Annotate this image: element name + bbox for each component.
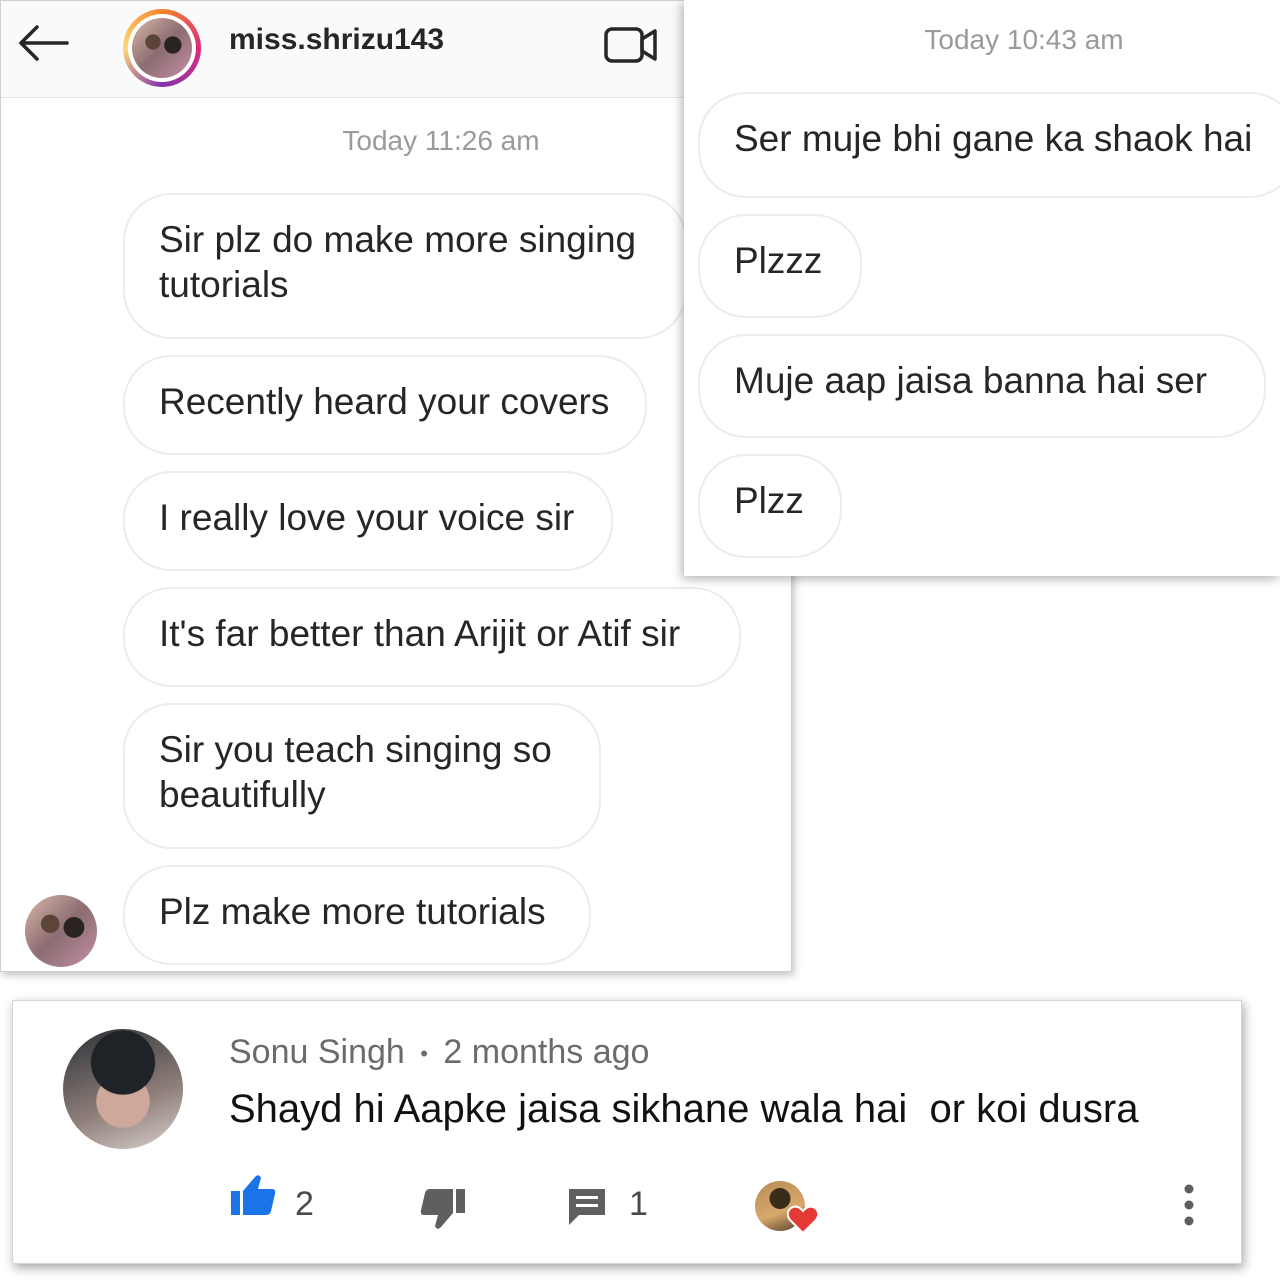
message-bubble: Muje aap jaisa banna hai ser [698, 334, 1266, 438]
message-bubble: Recently heard your covers [123, 355, 647, 455]
message-bubble: I really love your voice sir [123, 471, 613, 571]
message-bubble: Plzzz [698, 214, 862, 318]
video-camera-icon[interactable] [603, 23, 659, 67]
message-bubble: Sir you teach singing so beautifully [123, 703, 601, 849]
message-bubble: Plz make more tutorials [123, 865, 591, 965]
message-timestamp: Today 11:26 am [342, 125, 540, 156]
comment-author[interactable]: Sonu Singh [229, 1033, 405, 1071]
message-bubble: It's far better than Arijit or Atif sir [123, 587, 741, 687]
comment-time: 2 months ago [443, 1033, 650, 1071]
comment-icon[interactable] [565, 1185, 609, 1229]
message-bubble: Plzz [698, 454, 842, 558]
meta-separator: • [420, 1041, 428, 1067]
message-bubble: Sir plz do make more singing tutorials [123, 193, 687, 339]
commenter-avatar[interactable] [63, 1029, 183, 1149]
chat-header: miss.shrizu143 [1, 1, 685, 98]
dm-conversation-left: miss.shrizu143 Today 11:26 am Sir plz do… [0, 0, 792, 972]
creator-heart-icon [787, 1205, 819, 1235]
sender-avatar[interactable] [25, 895, 97, 967]
avatar-photo [132, 18, 192, 78]
chat-username[interactable]: miss.shrizu143 [229, 23, 444, 57]
reply-count: 1 [629, 1185, 648, 1223]
comment-text: Shayd hi Aapke jaisa sikhane wala hai or… [229, 1087, 1139, 1131]
like-count: 2 [295, 1185, 314, 1223]
message-bubble: Ser muje bhi gane ka shaok hai [698, 92, 1280, 198]
more-vertical-icon[interactable] [1179, 1183, 1199, 1227]
youtube-comment: Sonu Singh • 2 months ago Shayd hi Aapke… [12, 1000, 1242, 1264]
thumbs-down-icon[interactable] [419, 1187, 467, 1231]
comment-meta: Sonu Singh • 2 months ago [229, 1033, 649, 1072]
dm-conversation-right: Today 10:43 am Ser muje bhi gane ka shao… [684, 0, 1280, 576]
thumbs-up-icon[interactable] [229, 1173, 277, 1217]
message-timestamp: Today 10:43 am [924, 24, 1124, 55]
arrow-left-icon[interactable] [15, 21, 71, 65]
profile-avatar[interactable] [123, 9, 201, 87]
